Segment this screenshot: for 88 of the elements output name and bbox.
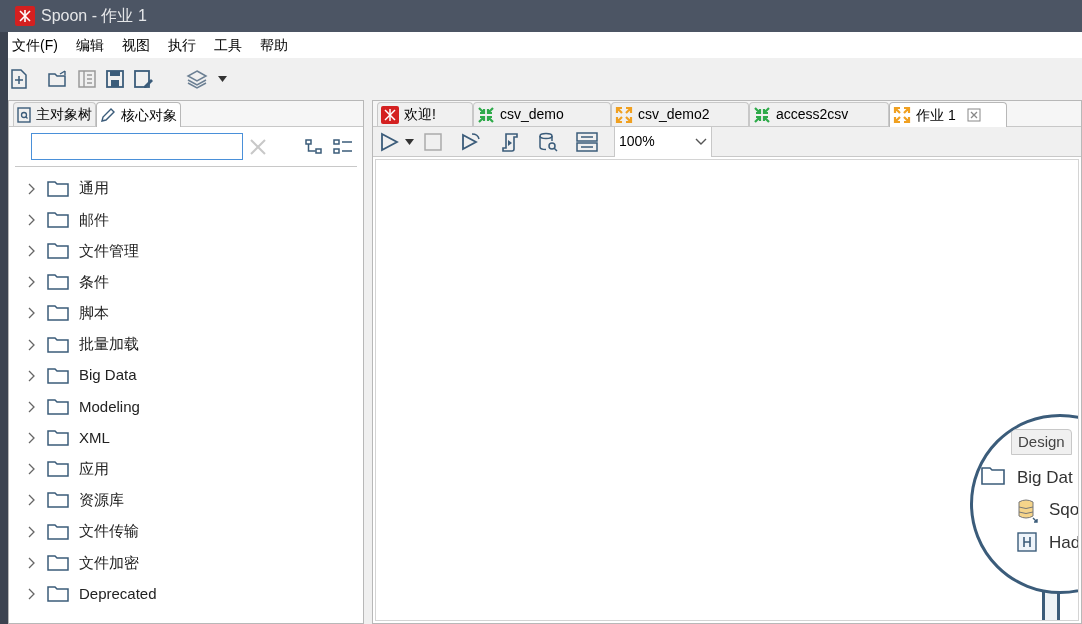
folder-icon <box>47 336 69 353</box>
database-icon <box>1017 499 1039 523</box>
tree-item[interactable]: 批量加载 <box>9 328 363 361</box>
tree-item[interactable]: 条件 <box>9 266 363 298</box>
app-logo-icon <box>381 105 399 124</box>
chevron-right-icon[interactable] <box>27 588 35 601</box>
layers-icon[interactable] <box>186 69 208 89</box>
arrows-inward-icon <box>753 105 771 124</box>
item-label: Sqo <box>1049 499 1078 521</box>
chevron-right-icon[interactable] <box>27 338 35 351</box>
arrows-outward-icon <box>615 105 633 124</box>
tab[interactable]: 欢迎! <box>377 102 473 126</box>
layout-icon[interactable] <box>576 131 598 152</box>
folder-icon <box>47 586 69 603</box>
folder-icon <box>981 467 1005 485</box>
arrows-outward-icon <box>893 106 911 124</box>
tree-item[interactable]: XML <box>9 422 363 454</box>
tab[interactable]: access2csv <box>749 102 889 126</box>
folder-icon <box>47 305 69 322</box>
chevron-right-icon[interactable] <box>27 494 35 507</box>
arrows-inward-icon <box>477 105 495 124</box>
chevron-right-icon[interactable] <box>27 369 35 382</box>
menu-item[interactable]: 工具 <box>213 34 242 56</box>
close-icon[interactable] <box>966 108 981 122</box>
chevron-right-icon[interactable] <box>27 400 35 413</box>
zoom-dropdown[interactable]: 100% <box>614 126 712 157</box>
chevron-right-icon[interactable] <box>27 213 35 226</box>
tab[interactable]: csv_demo <box>473 102 611 126</box>
folder-icon <box>47 523 69 540</box>
folder-icon <box>47 180 69 197</box>
tree-item[interactable]: 邮件 <box>9 204 363 236</box>
tree-item[interactable]: Deprecated <box>9 578 363 610</box>
folder-icon <box>47 398 69 415</box>
menu-item[interactable]: 视图 <box>121 34 150 56</box>
tree-item[interactable]: 脚本 <box>9 297 363 329</box>
chevron-right-icon[interactable] <box>27 432 35 445</box>
folder-icon <box>47 211 69 228</box>
menu-item[interactable]: 文件(F) <box>12 34 58 56</box>
folder-icon <box>47 492 69 509</box>
pencil-icon <box>100 107 116 123</box>
new-file-icon[interactable] <box>10 69 28 89</box>
folder-icon <box>47 430 69 447</box>
tree-item[interactable]: 通用 <box>9 173 363 205</box>
search-page-icon <box>17 106 31 123</box>
hadoop-icon <box>1017 532 1037 552</box>
folder-icon <box>47 242 69 259</box>
tree-item[interactable]: 文件加密 <box>9 547 363 579</box>
tab[interactable]: csv_demo2 <box>611 102 749 126</box>
chevron-right-icon[interactable] <box>27 244 35 257</box>
tree-item[interactable]: Modeling <box>9 391 363 423</box>
app-logo-icon <box>15 6 35 26</box>
folder-icon <box>47 367 69 384</box>
chevron-right-icon[interactable] <box>27 182 35 195</box>
open-folder-icon[interactable] <box>48 70 68 88</box>
save-as-icon[interactable] <box>134 70 154 88</box>
tree-item[interactable]: Big Data <box>9 360 363 392</box>
tree-item[interactable]: 资源库 <box>9 484 363 517</box>
chevron-right-icon[interactable] <box>27 463 35 476</box>
tree-item[interactable]: 文件管理 <box>9 235 363 267</box>
run-icon[interactable] <box>379 131 399 152</box>
folder-icon <box>47 554 69 571</box>
replay-icon[interactable] <box>460 131 482 152</box>
chevron-right-icon[interactable] <box>27 556 35 569</box>
tab[interactable]: 核心对象 <box>96 102 181 127</box>
save-icon[interactable] <box>106 70 124 88</box>
window-title: Spoon - 作业 1 <box>41 6 147 26</box>
tree-view-icon[interactable] <box>304 137 324 156</box>
chevron-down-icon <box>695 137 707 146</box>
menu-item[interactable]: 执行 <box>167 34 196 56</box>
caret-icon[interactable] <box>405 138 414 145</box>
chevron-right-icon[interactable] <box>27 525 35 538</box>
chevron-right-icon[interactable] <box>27 307 35 320</box>
tab[interactable]: 主对象树 <box>13 102 96 126</box>
script-icon[interactable] <box>500 131 520 152</box>
search-field[interactable] <box>31 133 243 160</box>
list-view-icon[interactable] <box>332 137 354 156</box>
tab[interactable]: 作业 1 <box>889 102 1007 127</box>
tree-item[interactable]: 应用 <box>9 453 363 485</box>
menu-item[interactable]: 帮助 <box>259 34 288 56</box>
menu-item[interactable]: 编辑 <box>75 34 104 56</box>
tree-item[interactable]: 文件传输 <box>9 516 363 548</box>
tab-label: Design <box>1011 429 1072 455</box>
chevron-right-icon[interactable] <box>27 276 35 289</box>
database-search-icon[interactable] <box>538 131 558 152</box>
caret-icon[interactable] <box>218 76 227 82</box>
item-label: Big Dat <box>1017 467 1073 489</box>
folder-icon <box>47 461 69 478</box>
folder-icon <box>47 274 69 291</box>
